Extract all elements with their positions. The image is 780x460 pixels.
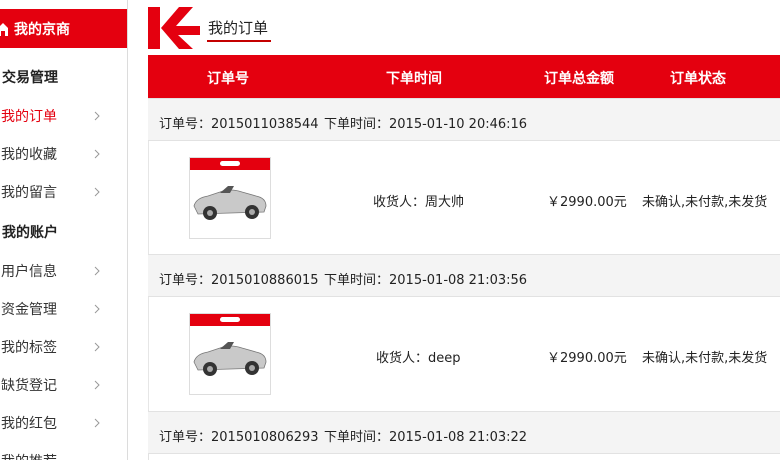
sidebar-item-label: 我的留言: [1, 185, 57, 201]
column-header-order-number: 订单号: [207, 71, 249, 87]
column-header-status: 订单状态: [670, 71, 726, 87]
receiver-name: 收货人：周大帅: [373, 195, 465, 210]
sidebar-item-user-info[interactable]: 用户信息: [0, 252, 127, 290]
thumbnail-brand-bar: [190, 314, 270, 326]
order-number: 订单号：2015011038544: [159, 117, 319, 132]
order-header-row: 订单号：2015010806293 下单时间：2015-01-08 21:03:…: [148, 411, 780, 454]
sidebar-item-label: 用户信息: [1, 264, 57, 280]
chevron-right-icon: [94, 418, 100, 428]
sidebar-group-account: 我的账户: [2, 225, 58, 241]
chevron-right-icon: [94, 111, 100, 121]
order-header-row: 订单号：2015010886015 下单时间：2015-01-08 21:03:…: [148, 254, 780, 297]
orders-table-header: 订单号 下单时间 订单总金额 订单状态: [148, 55, 780, 98]
sidebar-item-messages[interactable]: 我的留言: [0, 173, 127, 211]
order-number: 订单号：2015010886015: [159, 273, 319, 288]
sidebar-item-label: 缺货登记: [1, 378, 57, 394]
sidebar-item-my-orders[interactable]: 我的订单: [0, 97, 127, 135]
chevron-right-icon: [94, 266, 100, 276]
car-image: [193, 186, 267, 220]
order-status: 未确认,未付款,未发货: [642, 195, 768, 210]
order-item-row: 收货人：deep ￥2990.00元 未确认,未付款,未发货: [148, 297, 780, 410]
home-icon: [0, 22, 8, 36]
car-image: [193, 342, 267, 376]
order-amount: ￥2990.00元: [547, 351, 627, 366]
sidebar-item-out-of-stock[interactable]: 缺货登记: [0, 366, 127, 404]
sidebar-header[interactable]: 我的京商: [0, 9, 127, 48]
page-title: 我的订单: [208, 19, 269, 37]
chevron-right-icon: [94, 342, 100, 352]
sidebar-item-label: 我的红包: [1, 416, 57, 432]
sidebar-item-label: 我的标签: [1, 340, 57, 356]
receiver-name: 收货人：deep: [376, 351, 461, 366]
order-time: 下单时间：2015-01-08 21:03:22: [324, 430, 528, 445]
sidebar-item-label: 资金管理: [1, 302, 57, 318]
sidebar-item-label: 我的订单: [1, 109, 57, 125]
column-header-order-time: 下单时间: [386, 71, 442, 87]
column-header-total: 订单总金额: [544, 71, 614, 87]
chevron-right-icon: [94, 149, 100, 159]
chevron-right-icon: [94, 304, 100, 314]
sidebar-item-label: 我的收藏: [1, 147, 57, 163]
order-amount: ￥2990.00元: [547, 195, 627, 210]
sidebar-group-trade: 交易管理: [2, 70, 58, 86]
chevron-right-icon: [94, 380, 100, 390]
order-number: 订单号：2015010806293: [159, 430, 319, 445]
chevron-right-icon: [94, 187, 100, 197]
sidebar-header-label: 我的京商: [14, 21, 70, 38]
order-status: 未确认,未付款,未发货: [642, 351, 768, 366]
product-thumbnail[interactable]: [189, 313, 271, 395]
sidebar-item-funds[interactable]: 资金管理: [0, 290, 127, 328]
sidebar-item-tags[interactable]: 我的标签: [0, 328, 127, 366]
sidebar-item-red-packets[interactable]: 我的红包: [0, 404, 127, 442]
brand-logo: [148, 7, 200, 49]
sidebar-item-referrals[interactable]: 我的推荐: [0, 442, 127, 460]
sidebar-item-favorites[interactable]: 我的收藏: [0, 135, 127, 173]
sidebar: 我的京商 交易管理 我的订单 我的收藏 我的留言 我的账户 用户信息 资金管理 …: [0, 0, 128, 460]
order-item-row: 收货人：周大帅 ￥2990.00元 未确认,未付款,未发货: [148, 141, 780, 254]
order-time: 下单时间：2015-01-08 21:03:56: [324, 273, 528, 288]
thumbnail-brand-bar: [190, 158, 270, 170]
title-underline: [207, 40, 271, 42]
order-time: 下单时间：2015-01-10 20:46:16: [324, 117, 528, 132]
order-header-row: 订单号：2015011038544 下单时间：2015-01-10 20:46:…: [148, 98, 780, 141]
sidebar-item-label: 我的推荐: [0, 451, 57, 460]
product-thumbnail[interactable]: [189, 157, 271, 239]
